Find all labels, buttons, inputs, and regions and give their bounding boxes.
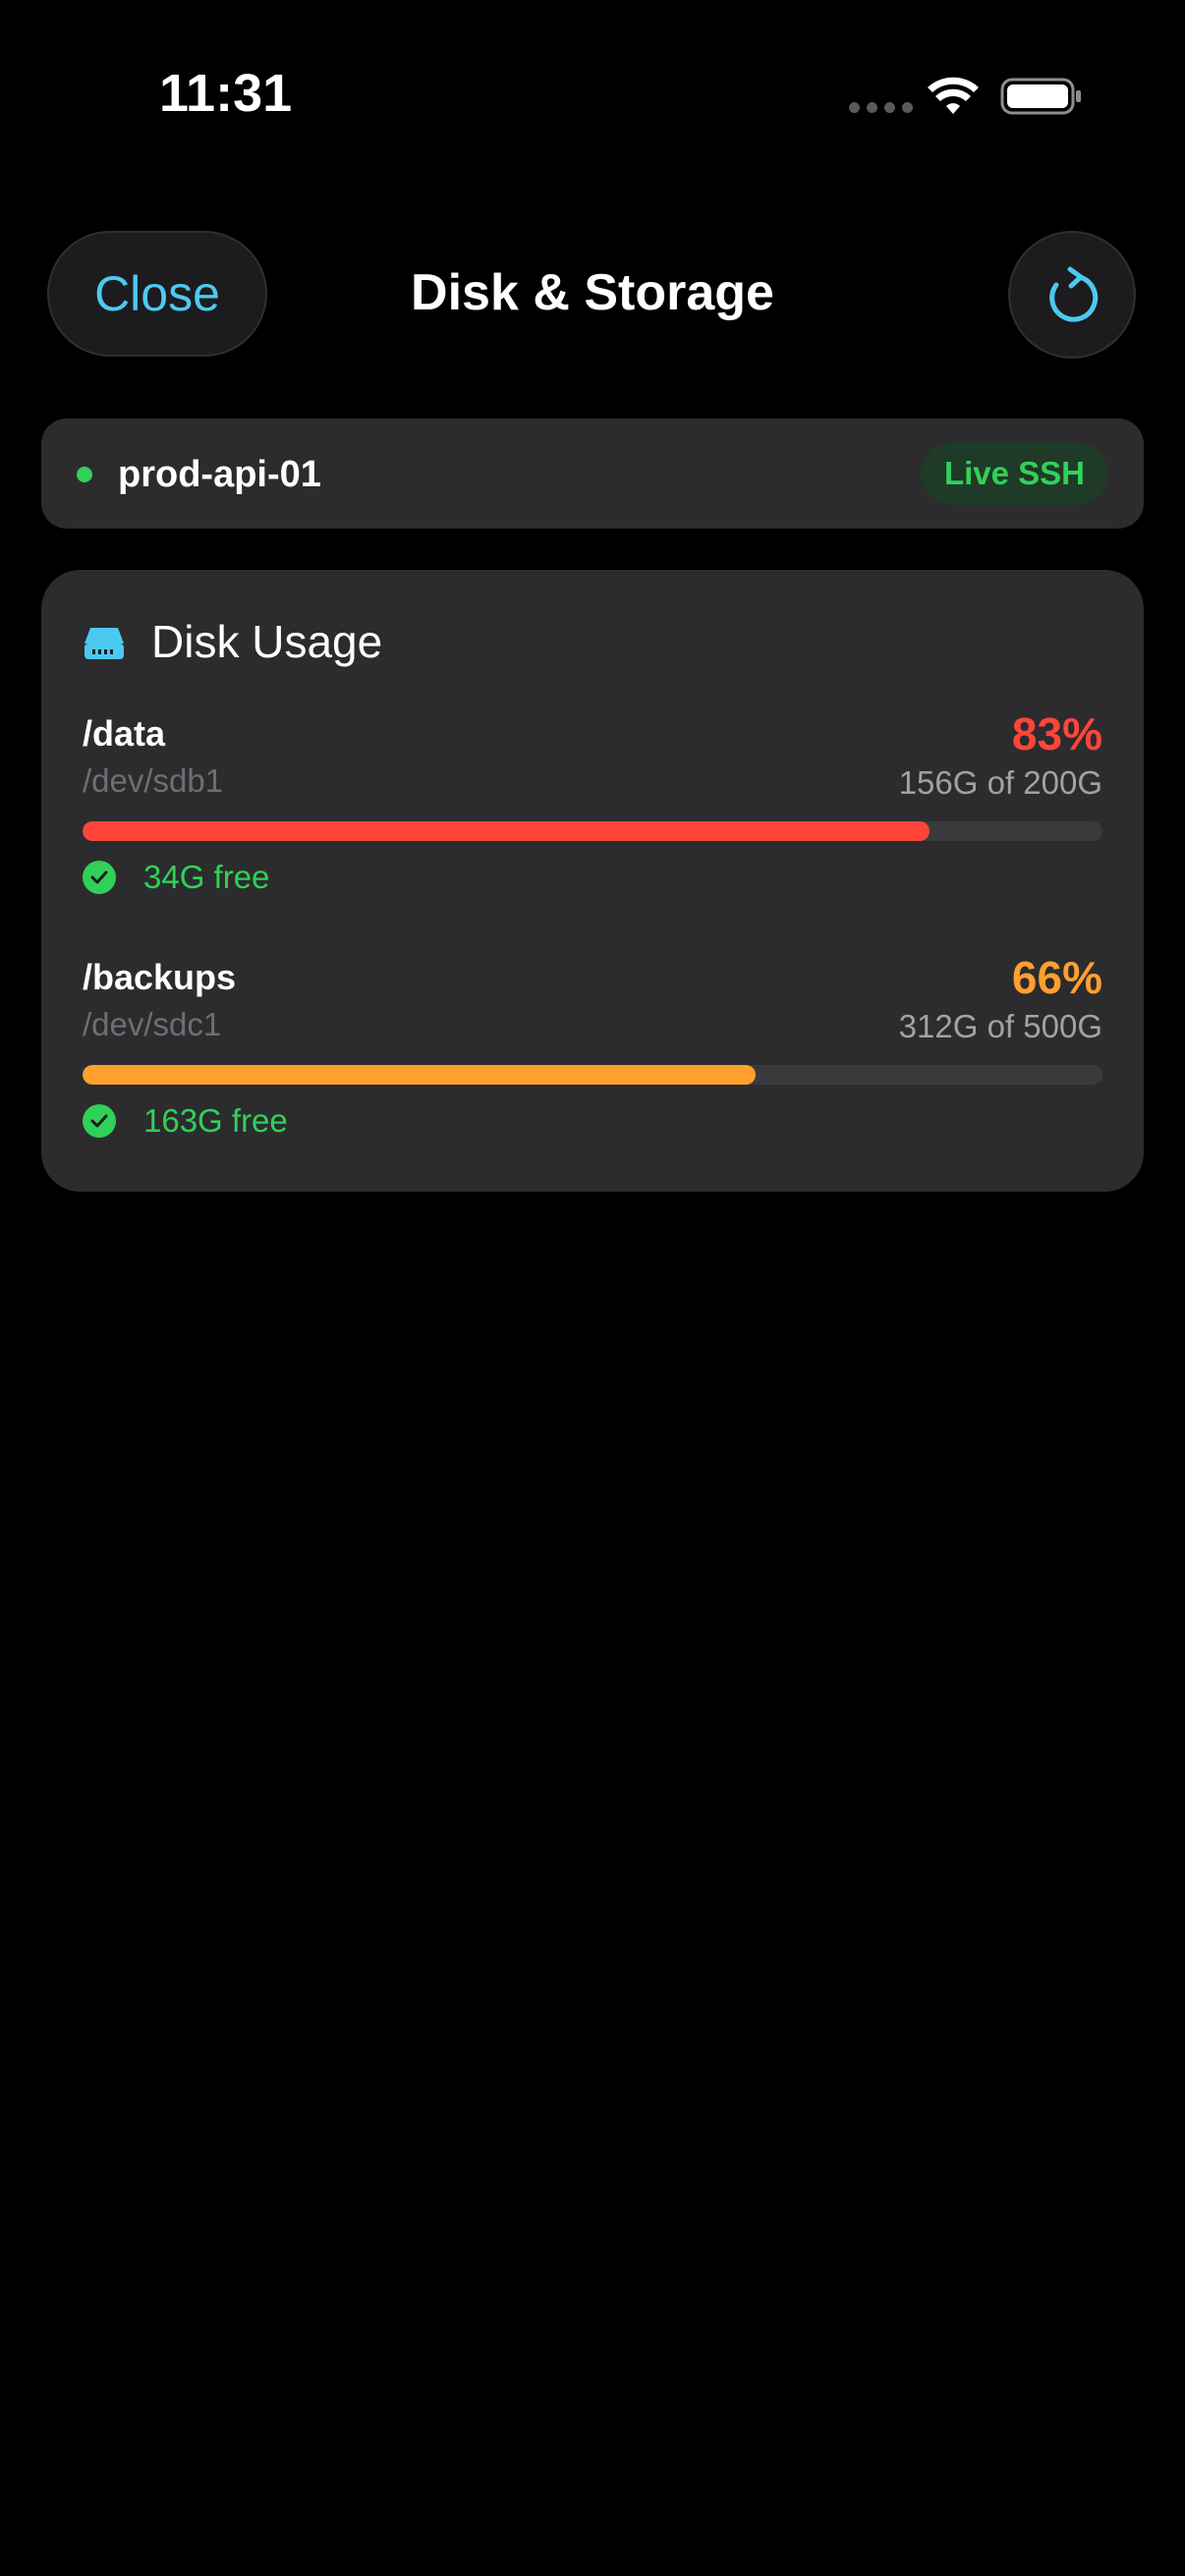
usage-bar (83, 821, 1102, 841)
disk-device: /dev/sdb1 (83, 762, 224, 799)
check-circle-icon (83, 1104, 116, 1138)
drive-icon (85, 628, 124, 659)
disk-mount: /backups (83, 957, 237, 997)
disk-device: /dev/sdc1 (83, 1006, 222, 1042)
status-bar: 11:31 (0, 0, 1185, 196)
disk-percent: 83% (1011, 708, 1102, 759)
disk-usage-text: 156G of 200G (898, 764, 1102, 801)
usage-bar (83, 1065, 1102, 1085)
refresh-icon (1049, 266, 1099, 322)
free-row: 34G free (83, 859, 269, 896)
usage-bar-fill (83, 1065, 757, 1085)
server-bar: prod-api-01 Live SSH (41, 419, 1144, 529)
disk-usage-card: Disk Usage /data /dev/sdb1 83% 156G of 2… (41, 570, 1144, 1192)
card-title: Disk Usage (151, 616, 383, 667)
battery-icon (1000, 78, 1081, 115)
disk-item: /backups /dev/sdc1 66% 312G of 500G 163G… (83, 952, 1102, 1153)
live-ssh-badge: Live SSH (920, 442, 1108, 505)
disk-free-text: 163G free (143, 1102, 288, 1139)
card-header: Disk Usage (83, 615, 382, 668)
server-name: prod-api-01 (118, 454, 321, 495)
disk-percent: 66% (1011, 952, 1102, 1003)
check-circle-icon (83, 861, 116, 894)
refresh-button[interactable] (1008, 231, 1136, 359)
disk-free-text: 34G free (143, 859, 270, 895)
free-row: 163G free (83, 1102, 288, 1140)
disk-item: /data /dev/sdb1 83% 156G of 200G 34G fre… (83, 708, 1102, 910)
wifi-icon (928, 77, 979, 114)
status-time: 11:31 (159, 64, 293, 123)
usage-bar-fill (83, 821, 930, 841)
signal-dots-icon (849, 102, 913, 113)
disk-usage-text: 312G of 500G (898, 1008, 1102, 1044)
disk-mount: /data (83, 713, 166, 754)
server-status-dot (77, 467, 92, 482)
